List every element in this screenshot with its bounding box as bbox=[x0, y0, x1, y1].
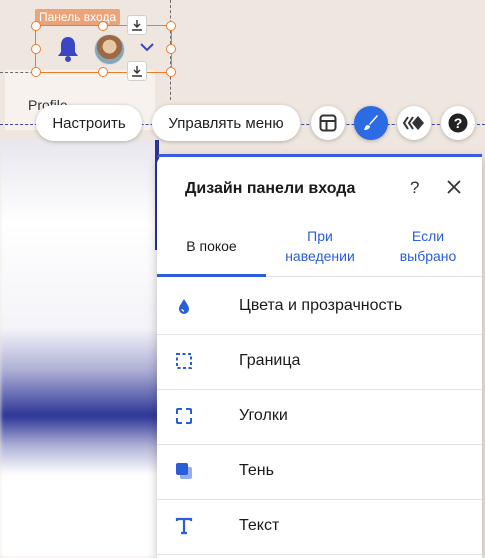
option-colors-opacity[interactable]: Цвета и прозрачность bbox=[157, 279, 482, 335]
resize-handle[interactable] bbox=[31, 21, 41, 31]
chevron-down-icon bbox=[140, 43, 154, 52]
help-icon: ? bbox=[448, 113, 468, 133]
panel-accent-line bbox=[157, 154, 482, 157]
layout-button[interactable] bbox=[311, 106, 345, 140]
svg-text:?: ? bbox=[454, 115, 463, 131]
resize-handle[interactable] bbox=[31, 67, 41, 77]
active-tab-indicator bbox=[157, 274, 266, 277]
droplet-icon bbox=[179, 299, 189, 314]
animation-icon bbox=[403, 116, 424, 130]
avatar bbox=[94, 34, 125, 65]
option-corners[interactable]: Уголки bbox=[157, 389, 482, 445]
design-button[interactable] bbox=[354, 106, 388, 140]
customize-button[interactable]: Настроить bbox=[36, 105, 142, 141]
help-button[interactable]: ? bbox=[441, 106, 475, 140]
option-label: Текст bbox=[239, 517, 280, 534]
resize-handle[interactable] bbox=[166, 21, 176, 31]
resize-handle[interactable] bbox=[31, 44, 41, 54]
option-label: Цвета и прозрачность bbox=[239, 297, 403, 314]
panel-title: Дизайн панели входа bbox=[185, 180, 356, 197]
bell-icon bbox=[58, 37, 78, 62]
option-label: Граница bbox=[239, 352, 301, 369]
option-label: Тень bbox=[239, 462, 274, 479]
layout-icon bbox=[319, 114, 337, 132]
text-icon bbox=[175, 517, 193, 535]
tab-hover[interactable]: При наведении bbox=[276, 226, 364, 266]
resize-handle[interactable] bbox=[166, 44, 176, 54]
option-text[interactable]: Текст bbox=[157, 499, 482, 555]
resize-handle[interactable] bbox=[166, 67, 176, 77]
paint-brush-icon bbox=[364, 115, 378, 130]
animation-button[interactable] bbox=[397, 106, 431, 140]
shadow-icon bbox=[176, 463, 192, 479]
page-content-blurred bbox=[0, 140, 160, 558]
border-icon bbox=[176, 353, 192, 369]
tab-regular[interactable]: В покое bbox=[157, 236, 266, 256]
option-label: Уголки bbox=[239, 407, 288, 424]
corners-icon bbox=[176, 408, 192, 424]
download-icon[interactable] bbox=[127, 61, 147, 81]
resize-handle[interactable] bbox=[98, 67, 108, 77]
option-border[interactable]: Граница bbox=[157, 334, 482, 390]
close-icon[interactable] bbox=[445, 178, 463, 196]
tab-selected[interactable]: Если выбрано bbox=[384, 226, 472, 266]
download-icon[interactable] bbox=[127, 15, 147, 35]
option-shadow[interactable]: Тень bbox=[157, 444, 482, 500]
panel-help-button[interactable]: ? bbox=[410, 178, 419, 198]
manage-menu-button[interactable]: Управлять меню bbox=[152, 105, 300, 141]
resize-handle[interactable] bbox=[98, 21, 108, 31]
